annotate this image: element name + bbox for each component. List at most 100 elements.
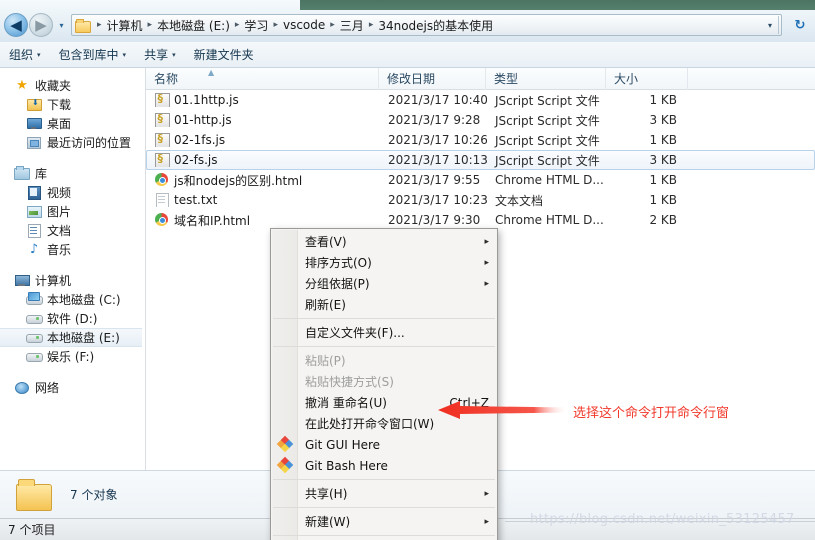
file-type: Chrome HTML D... [495,173,604,187]
context-menu-item-git-bash-here[interactable]: Git Bash Here [271,455,497,476]
context-menu-item-customize-folder[interactable]: 自定义文件夹(F)... [271,322,497,343]
breadcrumb-separator: ▸ [330,20,335,30]
toolbar-item-share[interactable]: 共享 ▾ [135,43,185,66]
desktop-icon [26,116,42,131]
sidebar-item-music[interactable]: ♪ 音乐 [0,240,142,259]
column-header-date[interactable]: 修改日期 [379,67,486,90]
back-button[interactable]: ◀ [4,13,28,37]
table-row[interactable]: 01-http.js 2021/3/17 9:28 JScript Script… [146,110,815,130]
recent-places-icon [26,135,42,150]
table-row[interactable]: js和nodejs的区别.html 2021/3/17 9:55 Chrome … [146,170,815,190]
context-menu-item-refresh[interactable]: 刷新(E) [271,294,497,315]
chevron-down-icon[interactable]: ▾ [764,21,778,30]
column-header-type[interactable]: 类型 [486,67,606,90]
window-titlebar-tint [300,0,815,10]
sidebar-item-drive-f[interactable]: 娱乐 (F:) [0,347,142,366]
sidebar-item-videos[interactable]: 视频 [0,183,142,202]
table-row[interactable]: test.txt 2021/3/17 10:23 文本文档 1 KB [146,190,815,210]
address-divider [778,16,779,34]
toolbar-item-include-in-library[interactable]: 包含到库中 ▾ [50,43,136,66]
navigation-buttons: ◀ ▶ ▾ [4,13,67,37]
sidebar-item-computer[interactable]: 计算机 [0,271,142,290]
chevron-right-icon: ▸ [484,236,489,247]
sidebar-item-favorites[interactable]: ★ 收藏夹 [0,76,142,95]
context-menu-item-paste: 粘贴(P) [271,350,497,371]
table-row[interactable]: 域名和IP.html 2021/3/17 9:30 Chrome HTML D.… [146,210,815,230]
column-header-name[interactable]: 名称 ▲ [146,67,379,90]
sidebar-item-recent-places[interactable]: 最近访问的位置 [0,133,142,152]
context-menu-item-new[interactable]: 新建(W) ▸ [271,511,497,532]
context-menu-label: 粘贴快捷方式(S) [305,375,394,389]
sidebar-item-label: 网络 [35,381,60,395]
chevron-right-icon: ▸ [484,257,489,268]
file-size: 3 KB [649,113,677,127]
sidebar-item-label: 最近访问的位置 [47,136,132,150]
toolbar-item-organize[interactable]: 组织 ▾ [0,43,50,66]
sidebar-item-libraries[interactable]: 库 [0,164,142,183]
file-date: 2021/3/17 9:28 [388,113,481,127]
context-menu-separator [273,535,495,536]
file-name-cell: 01.1http.js [147,93,380,107]
breadcrumb-item-5[interactable]: 34nodejs的基本使用 [377,17,494,34]
sidebar-item-drive-e[interactable]: 本地磁盘 (E:) [0,328,142,347]
sidebar-item-downloads[interactable]: 下载 [0,95,142,114]
tree-group-libraries: 库 视频 图片 文档 ♪ 音乐 [0,164,142,259]
star-icon: ★ [16,78,28,93]
file-size: 1 KB [649,193,677,207]
breadcrumb-separator: ▸ [368,20,374,30]
refresh-icon: ↻ [794,17,806,33]
tree-group-network: 网络 [0,378,142,397]
chevron-down-icon: ▾ [172,50,176,59]
column-label: 名称 [154,72,179,86]
sidebar-item-documents[interactable]: 文档 [0,221,142,240]
column-header-size[interactable]: 大小 [606,67,688,90]
column-label: 大小 [614,72,639,86]
breadcrumb-item-4[interactable]: 三月 [339,17,365,34]
toolbar-item-new-folder[interactable]: 新建文件夹 [185,43,263,66]
breadcrumb-item-1[interactable]: 本地磁盘 (E:) [156,17,231,34]
sidebar-item-drive-d[interactable]: 软件 (D:) [0,309,142,328]
forward-button[interactable]: ▶ [29,13,53,37]
document-icon [26,223,42,238]
sidebar-item-network[interactable]: 网络 [0,378,142,397]
table-row[interactable]: 02-1fs.js 2021/3/17 10:26 JScript Script… [146,130,815,150]
sidebar-item-drive-c[interactable]: 本地磁盘 (C:) [0,290,142,309]
breadcrumb-item-3[interactable]: vscode [282,18,326,32]
refresh-button[interactable]: ↻ [788,14,812,36]
sidebar-item-desktop[interactable]: 桌面 [0,114,142,133]
file-name: js和nodejs的区别.html [174,173,303,188]
context-menu-item-sort-by[interactable]: 排序方式(O) ▸ [271,252,497,273]
sidebar-item-pictures[interactable]: 图片 [0,202,142,221]
file-name: 01-http.js [174,113,232,127]
chevron-down-icon: ▾ [37,50,41,59]
context-menu-item-view[interactable]: 查看(V) ▸ [271,231,497,252]
sidebar-item-label: 音乐 [47,243,72,257]
context-menu-item-git-gui-here[interactable]: Git GUI Here [271,434,497,455]
breadcrumb[interactable]: ▸ 计算机 ▸ 本地磁盘 (E:) ▸ 学习 ▸ vscode ▸ 三月 ▸ 3… [71,14,782,36]
forward-arrow-icon: ▶ [35,15,47,34]
context-menu-item-share[interactable]: 共享(H) ▸ [271,483,497,504]
context-menu-separator [273,507,495,508]
context-menu-label: 共享(H) [305,487,348,501]
history-dropdown-button[interactable]: ▾ [56,21,67,30]
context-menu-label: 撤消 重命名(U) [305,396,387,410]
breadcrumb-item-2[interactable]: 学习 [243,17,269,34]
chevron-right-icon: ▸ [484,278,489,289]
file-name: 01.1http.js [174,93,239,107]
git-icon [276,435,294,453]
table-row-selected[interactable]: 02-fs.js 2021/3/17 10:13 JScript Script … [146,150,815,170]
sidebar-item-label: 收藏夹 [35,79,72,93]
sidebar-item-label: 桌面 [47,117,72,131]
jscript-file-icon [155,93,170,107]
file-type: JScript Script 文件 [495,133,600,148]
file-name-cell: 02-fs.js [147,153,380,167]
sidebar-item-label: 图片 [47,205,72,219]
context-menu: 查看(V) ▸ 排序方式(O) ▸ 分组依据(P) ▸ 刷新(E) 自定义文件夹… [270,228,498,540]
breadcrumb-item-0[interactable]: 计算机 [106,17,144,34]
context-menu-item-group-by[interactable]: 分组依据(P) ▸ [271,273,497,294]
breadcrumb-separator: ▸ [97,20,102,30]
file-name: 02-1fs.js [174,133,226,147]
table-row[interactable]: 01.1http.js 2021/3/17 10:40 JScript Scri… [146,90,815,110]
file-size: 3 KB [649,153,677,167]
